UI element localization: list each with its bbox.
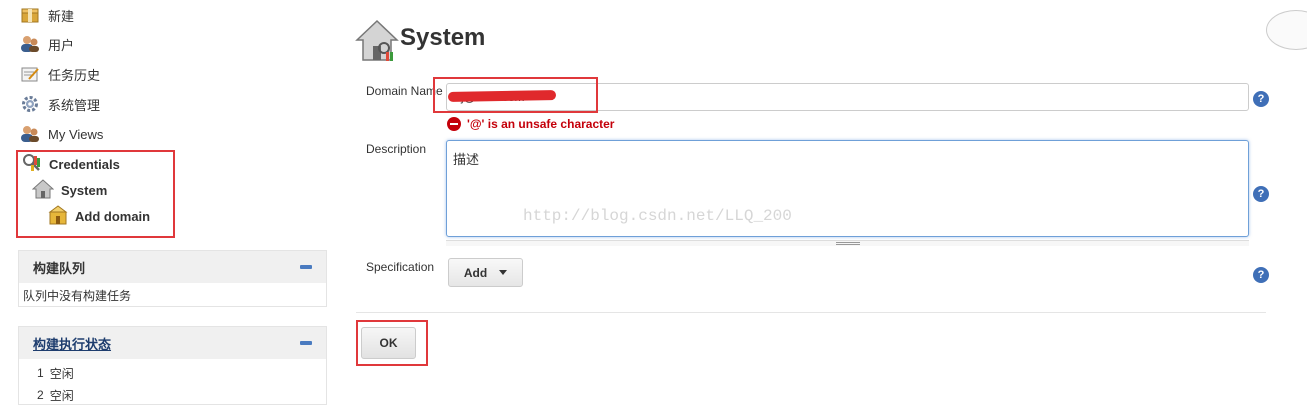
corner-widget [1266,10,1307,50]
domain-name-label: Domain Name [366,84,443,98]
validation-error: '@' is an unsafe character [447,117,614,131]
grip-icon [836,242,860,245]
house-icon [31,178,55,202]
build-queue-panel: 构建队列 队列中没有构建任务 [18,250,327,307]
ok-button[interactable]: OK [361,327,416,359]
help-icon[interactable]: ? [1253,91,1269,107]
executor-row: 1 空闲 [37,366,74,381]
build-queue-empty: 队列中没有构建任务 [23,289,132,303]
form-divider [356,312,1266,313]
help-icon[interactable]: ? [1253,267,1269,283]
add-domain-icon [48,204,68,228]
executor-status-title[interactable]: 构建执行状态 [33,334,111,353]
new-package-icon [20,5,40,25]
users-icon [20,124,40,144]
add-specification-button[interactable]: Add [448,258,523,287]
description-label: Description [366,142,427,156]
executor-row: 2 空闲 [37,388,74,403]
help-icon[interactable]: ? [1253,186,1269,202]
sidebar-item-manage[interactable]: 系统管理 [20,93,100,115]
specification-label: Specification [366,260,435,274]
domain-highlight [433,77,598,113]
watermark: http://blog.csdn.net/LLQ_200 [523,207,792,225]
collapse-icon[interactable] [300,341,312,345]
chevron-down-icon [499,270,508,275]
users-icon [20,34,40,54]
build-queue-title: 构建队列 [33,260,86,276]
textarea-resize-handle[interactable] [446,240,1249,246]
house-icon [354,18,400,64]
error-icon [447,117,461,131]
gear-icon [20,94,40,114]
sidebar-item-credentials[interactable]: Credentials [22,153,120,175]
sidebar-item-my-views[interactable]: My Views [20,123,103,145]
credentials-icon [22,153,42,176]
sidebar-item-add-domain[interactable]: Add domain [48,204,150,228]
page-title: System [400,24,486,51]
collapse-icon[interactable] [300,265,312,269]
executor-status-panel: 构建执行状态 1 空闲 2 空闲 [18,326,327,405]
sidebar-item-system[interactable]: System [31,178,107,202]
notepad-icon [20,64,40,84]
sidebar-item-users[interactable]: 用户 [20,33,74,55]
executor-status-header: 构建执行状态 [19,327,326,359]
sidebar-item-history[interactable]: 任务历史 [20,63,100,85]
build-queue-header: 构建队列 [19,251,326,283]
sidebar-item-new[interactable]: 新建 [20,4,74,26]
